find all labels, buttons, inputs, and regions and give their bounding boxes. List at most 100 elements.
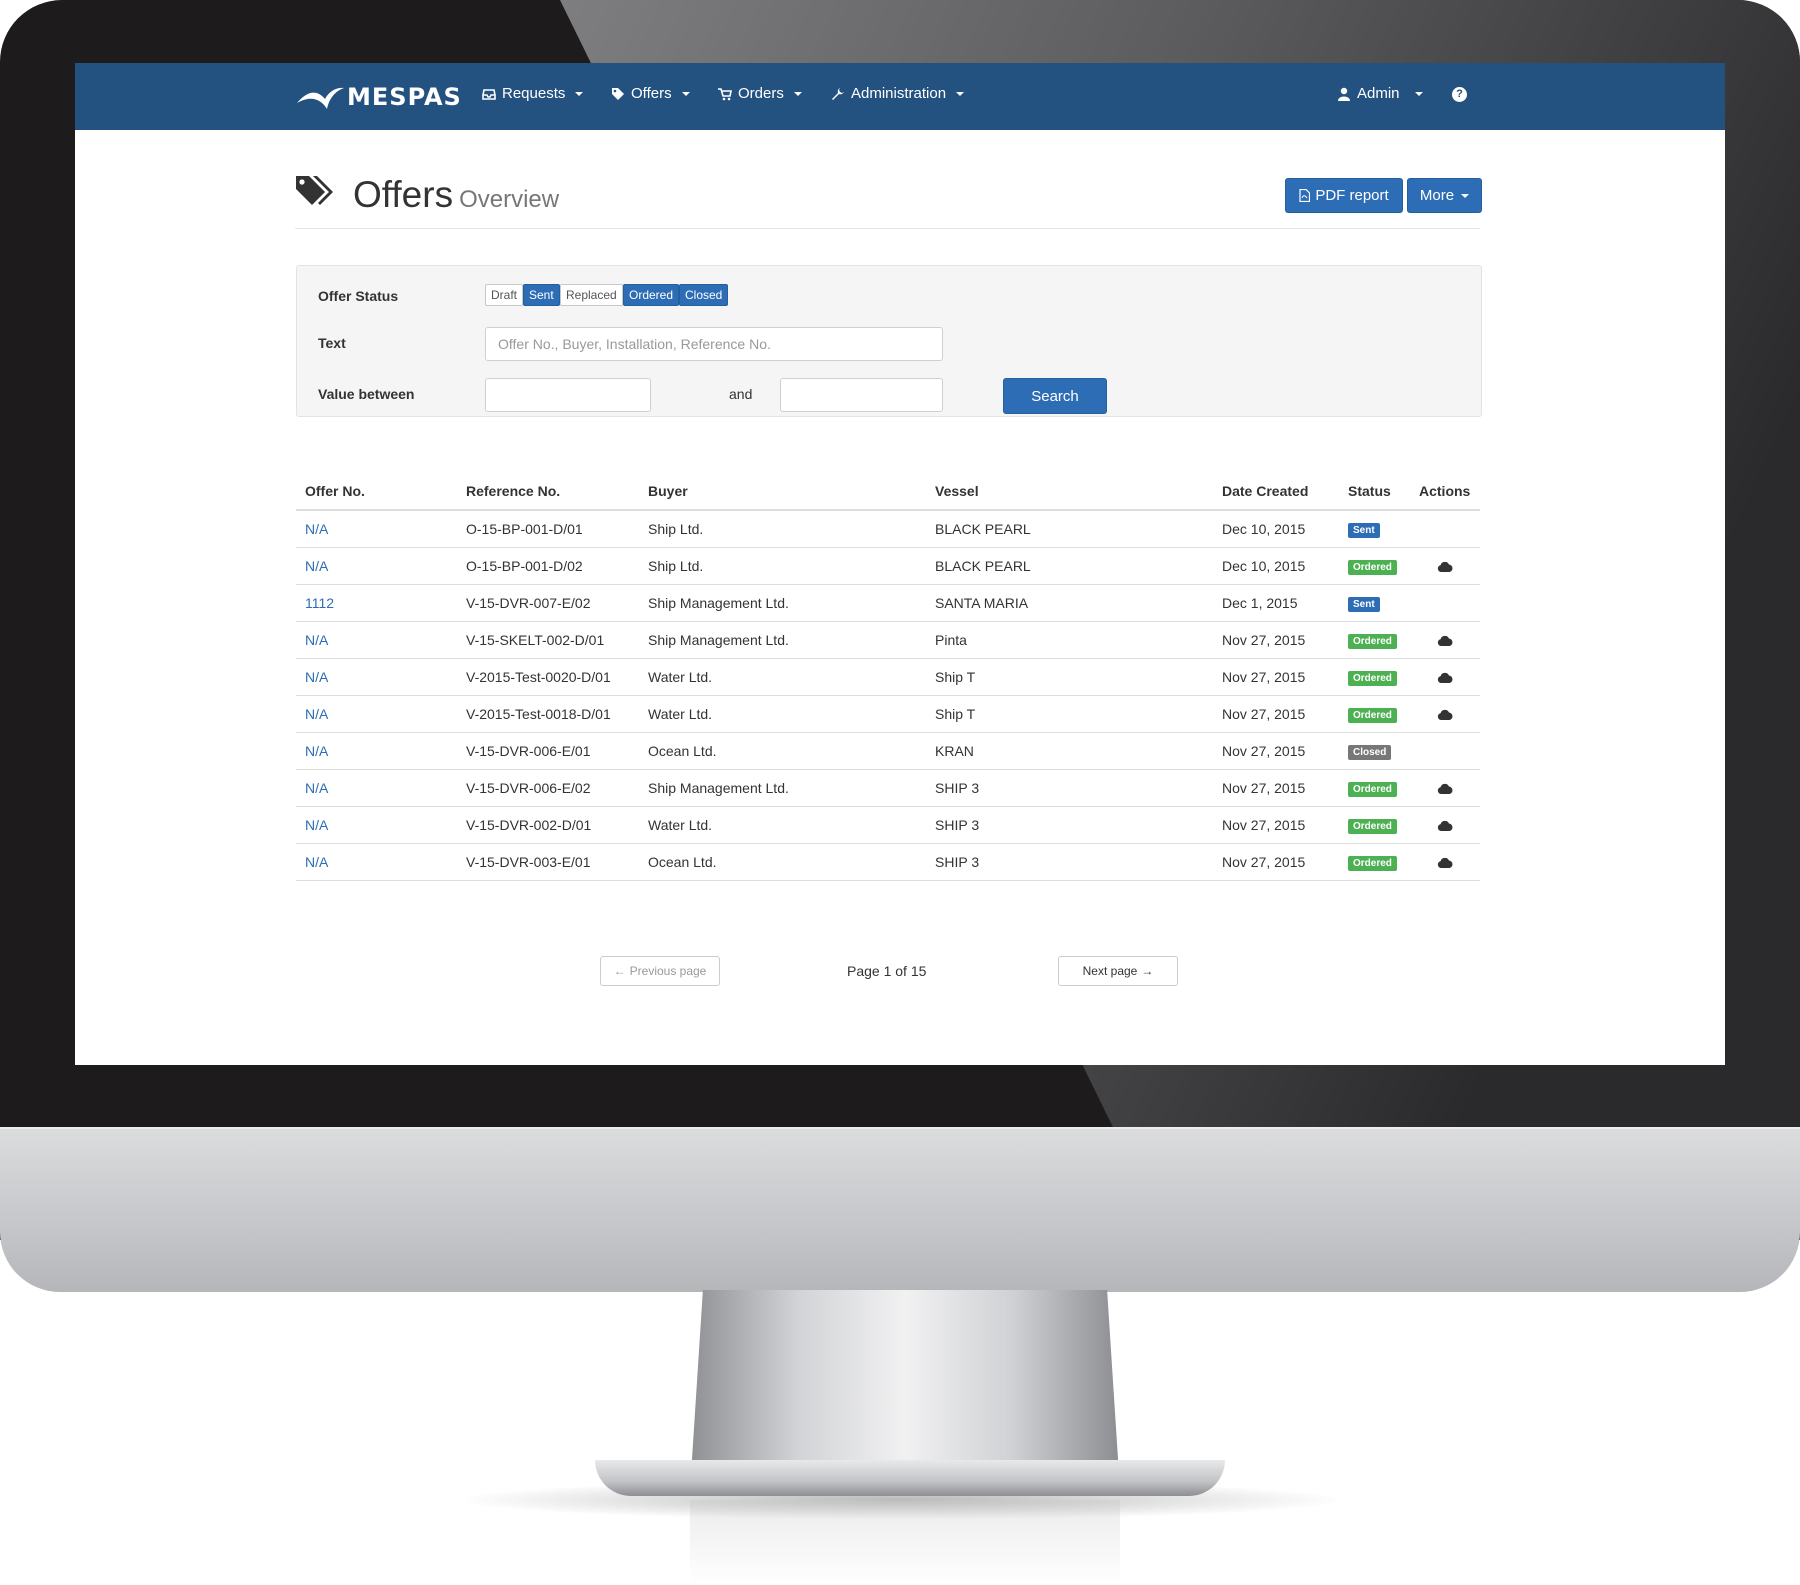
value-to-input[interactable] [780, 378, 943, 412]
page-title: Offers Overview [353, 174, 559, 216]
vessel-cell: KRAN [926, 732, 1213, 770]
cloud-icon[interactable] [1437, 709, 1453, 720]
reference-cell: V-15-DVR-007-E/02 [457, 584, 639, 622]
offer-no-link[interactable]: N/A [305, 706, 328, 722]
offer-no-link[interactable]: N/A [305, 854, 328, 870]
status-badge: Sent [1348, 597, 1380, 612]
reference-cell: V-15-DVR-006-E/02 [457, 769, 639, 807]
vessel-cell: SHIP 3 [926, 843, 1213, 881]
next-page-button[interactable]: Next page → [1058, 956, 1178, 986]
offer-no-link[interactable]: N/A [305, 521, 328, 537]
offer-no-link[interactable]: N/A [305, 669, 328, 685]
vessel-cell: BLACK PEARL [926, 510, 1213, 548]
text-filter-label: Text [318, 335, 346, 351]
wrench-icon [832, 87, 844, 100]
offer-no-link[interactable]: N/A [305, 632, 328, 648]
table-row[interactable]: N/A V-15-DVR-006-E/01 Ocean Ltd. KRAN Nov 27… [296, 732, 1480, 770]
filter-panel: Offer Status Draft Sent Replaced Ordered… [296, 265, 1482, 417]
actions-cell [1410, 621, 1480, 659]
offer-no-cell: N/A [296, 547, 457, 585]
nav-user-menu[interactable]: Admin [1337, 85, 1423, 102]
cloud-icon[interactable] [1437, 635, 1453, 646]
column-header-vessel[interactable]: Vessel [926, 473, 1213, 511]
table-row[interactable]: N/A V-15-DVR-003-E/01 Ocean Ltd. SHIP 3 Nov … [296, 843, 1480, 881]
table-row[interactable]: N/A O-15-BP-001-D/01 Ship Ltd. BLACK PEARL D… [296, 510, 1480, 548]
caret-down-icon [1414, 91, 1423, 96]
actions-cell [1410, 732, 1480, 770]
cloud-icon[interactable] [1437, 857, 1453, 868]
vessel-cell: Ship T [926, 658, 1213, 696]
more-button[interactable]: More [1407, 178, 1482, 213]
offer-status-label: Offer Status [318, 288, 399, 304]
table-row[interactable]: N/A V-15-SKELT-002-D/01 Ship Management Lt… [296, 621, 1480, 659]
date-created-cell: Nov 27, 2015 [1213, 658, 1339, 696]
previous-page-button[interactable]: ← Previous page [600, 956, 720, 986]
buyer-cell: Ship Ltd. [639, 510, 926, 548]
user-icon [1338, 87, 1350, 101]
brand-logo[interactable]: MESPAS [295, 77, 462, 117]
status-cell: Ordered [1339, 695, 1410, 733]
nav-administration[interactable]: Administration [831, 85, 965, 102]
search-button[interactable]: Search [1003, 378, 1107, 414]
value-from-input[interactable] [485, 378, 651, 412]
nav-offers[interactable]: Offers [611, 85, 690, 102]
offer-no-link[interactable]: N/A [305, 558, 328, 574]
pdf-report-button[interactable]: PDF report [1285, 178, 1403, 213]
status-badge: Ordered [1348, 819, 1397, 834]
status-filter-draft[interactable]: Draft [485, 284, 524, 306]
status-badge: Ordered [1348, 671, 1397, 686]
cloud-icon[interactable] [1437, 783, 1453, 794]
monitor-stand-base [595, 1460, 1225, 1496]
date-created-cell: Nov 27, 2015 [1213, 806, 1339, 844]
cloud-icon[interactable] [1437, 672, 1453, 683]
column-header-date-created[interactable]: Date Created [1213, 473, 1339, 511]
arrow-left-icon: ← [613, 964, 626, 978]
column-header-reference-no[interactable]: Reference No. [457, 473, 639, 511]
column-header-offer-no[interactable]: Offer No. [296, 473, 457, 511]
table-row[interactable]: N/A V-15-DVR-006-E/02 Ship Management Ltd.… [296, 769, 1480, 807]
buyer-cell: Ship Management Ltd. [639, 584, 926, 622]
nav-requests[interactable]: Requests [482, 85, 584, 102]
column-header-status[interactable]: Status [1339, 473, 1410, 511]
cloud-icon[interactable] [1437, 820, 1453, 831]
offer-no-cell: N/A [296, 843, 457, 881]
offer-no-link[interactable]: N/A [305, 743, 328, 759]
cloud-icon[interactable] [1437, 561, 1453, 572]
status-cell: Ordered [1339, 658, 1410, 696]
reference-cell: V-15-DVR-003-E/01 [457, 843, 639, 881]
actions-cell [1410, 769, 1480, 807]
column-header-actions: Actions [1410, 473, 1480, 511]
text-search-input[interactable]: Offer No., Buyer, Installation, Referenc… [485, 327, 943, 361]
actions-cell [1410, 584, 1480, 622]
and-label: and [729, 386, 753, 402]
page-info: Page 1 of 15 [847, 963, 927, 979]
status-filter-closed[interactable]: Closed [679, 284, 729, 306]
status-cell: Closed [1339, 732, 1410, 770]
table-row[interactable]: N/A V-15-DVR-002-D/01 Water Ltd. SHIP 3 Nov … [296, 806, 1480, 844]
more-label: More [1419, 187, 1455, 204]
table-row[interactable]: N/A V-2015-Test-0020-D/01 Water Ltd. Ship T… [296, 658, 1480, 696]
status-badge: Sent [1348, 523, 1380, 538]
status-filter-ordered[interactable]: Ordered [623, 284, 680, 306]
offer-no-link[interactable]: N/A [305, 817, 328, 833]
buyer-cell: Water Ltd. [639, 695, 926, 733]
table-row[interactable]: N/A O-15-BP-001-D/02 Ship Ltd. BLACK PEARL D… [296, 547, 1480, 585]
column-header-buyer[interactable]: Buyer [639, 473, 926, 511]
offer-no-link[interactable]: N/A [305, 780, 328, 796]
status-badge: Closed [1348, 745, 1392, 760]
value-between-label: Value between [318, 386, 415, 402]
table-row[interactable]: N/A V-2015-Test-0018-D/01 Water Ltd. Ship T… [296, 695, 1480, 733]
offer-no-link[interactable]: 1112 [305, 595, 334, 611]
tags-icon [296, 176, 333, 205]
table-row[interactable]: 1112 V-15-DVR-007-E/02 Ship Management Ltd… [296, 584, 1480, 622]
cart-icon [718, 87, 732, 100]
status-filter-sent[interactable]: Sent [523, 284, 560, 306]
nav-user-label: Admin [1357, 85, 1400, 102]
vessel-cell: SHIP 3 [926, 769, 1213, 807]
question-circle-icon[interactable]: ? [1452, 87, 1467, 102]
date-created-cell: Nov 27, 2015 [1213, 621, 1339, 659]
brand-name: MESPAS [347, 83, 462, 111]
nav-orders[interactable]: Orders [718, 85, 802, 102]
status-filter-replaced[interactable]: Replaced [560, 284, 623, 306]
actions-cell [1410, 510, 1480, 548]
